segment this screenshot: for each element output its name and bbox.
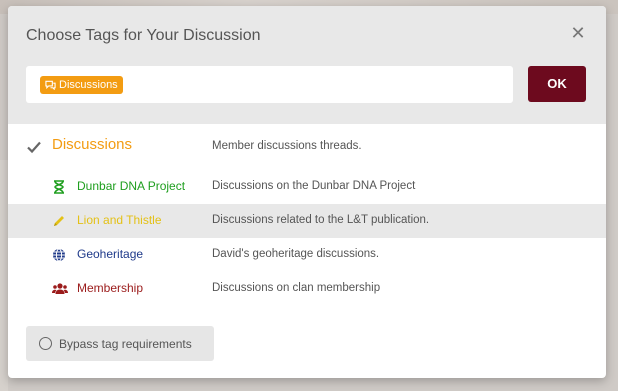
tag-name: Dunbar DNA Project [77, 179, 186, 193]
comments-icon [45, 80, 56, 90]
tag-row-geoheritage[interactable]: Geoheritage David's geoheritage discussi… [8, 238, 606, 272]
pencil-icon [54, 216, 64, 226]
tag-row-membership[interactable]: Membership Discussions on clan membershi… [8, 272, 606, 306]
users-icon [52, 283, 68, 294]
tag-name: Membership [77, 281, 144, 295]
tag-description: Discussions related to the L&T publicati… [212, 214, 430, 226]
tag-row-lion-and-thistle[interactable]: Lion and Thistle Discussions related to … [8, 204, 606, 238]
tag-description: Discussions on the Dunbar DNA Project [212, 180, 416, 192]
hourglass-icon [54, 180, 64, 194]
bypass-label: Bypass tag requirements [59, 336, 192, 351]
close-icon[interactable]: ✕ [568, 23, 588, 43]
globe-icon [53, 248, 65, 262]
checkmark-icon [27, 141, 41, 154]
tag-row-dunbar-dna-project[interactable]: Dunbar DNA Project Discussions on the Du… [8, 170, 606, 204]
selected-tag-chip[interactable]: Discussions [40, 76, 123, 94]
tag-search-input[interactable]: Discussions [26, 66, 513, 103]
tag-row-discussions[interactable]: Discussions Member discussions threads. [8, 130, 606, 164]
background-left [0, 160, 8, 391]
tag-modal: Choose Tags for Your Discussion ✕ Discus… [8, 6, 606, 378]
bypass-tag-requirements-button[interactable]: Bypass tag requirements [26, 326, 214, 361]
modal-header: Choose Tags for Your Discussion ✕ Discus… [8, 6, 606, 124]
modal-title: Choose Tags for Your Discussion [26, 27, 261, 44]
tag-name: Geoheritage [77, 247, 144, 261]
radio-circle-icon [39, 337, 52, 350]
ok-button[interactable]: OK [528, 66, 586, 102]
tag-description: Discussions on clan membership [212, 282, 381, 294]
tag-description: Member discussions threads. [212, 140, 362, 152]
tag-name: Discussions [52, 136, 133, 153]
selected-tag-label: Discussions [59, 79, 118, 91]
tag-name: Lion and Thistle [77, 213, 162, 227]
tag-description: David's geoheritage discussions. [212, 248, 380, 260]
